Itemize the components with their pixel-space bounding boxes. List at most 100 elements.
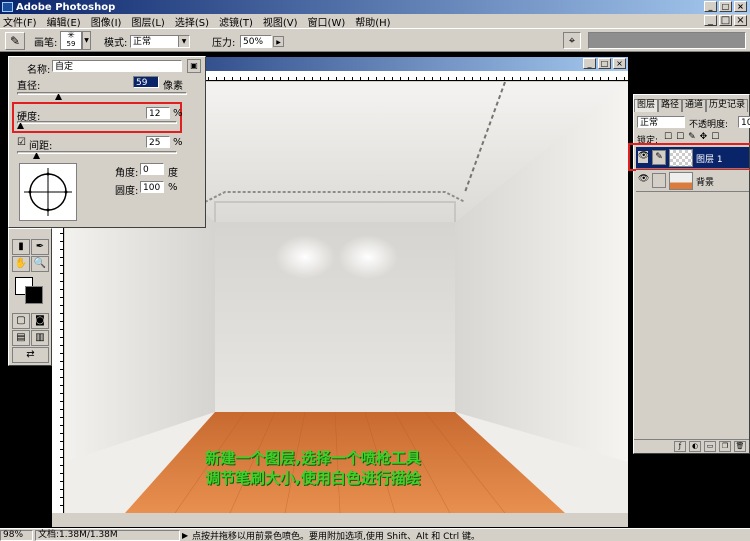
pressure-input[interactable]: 50%	[240, 35, 272, 48]
layers-panel: 图层 路径 通道 历史记录 正常 不透明度: 10 锁定: ☐☐✎✥☐ 👁 ✎ …	[628, 94, 750, 454]
pressure-arrow-icon[interactable]: ▶	[273, 36, 284, 47]
paint-bucket-tool-icon[interactable]: ▮	[12, 239, 30, 255]
hardness-slider-thumb[interactable]	[17, 123, 25, 129]
brush-size: 59	[66, 40, 76, 48]
menu-image[interactable]: 图像(I)	[91, 14, 122, 29]
app-title-bar: Adobe Photoshop _ □ ×	[0, 0, 750, 14]
brush-picker[interactable]: ✳ 59	[60, 31, 82, 50]
blend-mode-value: 正常	[640, 118, 659, 128]
link-slot	[652, 173, 666, 188]
layer-style-icon[interactable]: ƒ	[674, 441, 686, 452]
brush-options-panel: 名称: 自定 ▣ 直径: 59 像素 硬度: 12 % ☑ 间距: 25 % 角…	[8, 56, 206, 228]
document-controls: _ □ ×	[583, 58, 626, 69]
airbrush-tool-icon[interactable]: ✎	[5, 32, 25, 50]
mode-label: 模式:	[104, 38, 128, 49]
new-set-icon[interactable]: ▭	[704, 441, 716, 452]
layer-name: 背景	[696, 178, 715, 188]
spacing-checkbox-icon[interactable]: ☑	[17, 137, 26, 148]
hand-tool-icon[interactable]: ✋	[12, 256, 30, 272]
options-bar: ✎ 画笔: ✳ 59 ▼ 模式: 正常 ▼ 压力: 50% ▶ ⌖	[0, 28, 750, 52]
close-button[interactable]: ×	[734, 1, 747, 12]
eyedropper-tool-icon[interactable]: ✒	[31, 239, 49, 255]
opacity-label: 不透明度:	[689, 120, 729, 130]
menu-select[interactable]: 选择(S)	[175, 14, 209, 29]
standard-mode-icon[interactable]: ▢	[12, 313, 30, 329]
spacing-unit: %	[173, 137, 183, 148]
crosshair-icon	[24, 168, 72, 216]
tab-layers[interactable]: 图层	[634, 99, 659, 112]
hardness-input[interactable]: 12	[146, 107, 170, 119]
diameter-slider-track[interactable]	[17, 92, 187, 95]
layers-panel-tabs: 图层 路径 通道 历史记录	[634, 99, 749, 112]
chevron-down-icon: ▼	[178, 36, 189, 47]
layer-highlight	[628, 143, 750, 171]
tab-channels[interactable]: 通道	[682, 99, 707, 112]
menu-file[interactable]: 文件(F)	[3, 14, 37, 29]
doc-win-minimize-button[interactable]: _	[583, 58, 596, 69]
eye-icon[interactable]: 👁	[638, 174, 649, 186]
brush-dot-icon: ✳	[67, 31, 75, 41]
angle-input[interactable]: 0	[140, 163, 164, 175]
quick-mask-icon[interactable]: ◙	[31, 313, 49, 329]
roundness-unit: %	[168, 182, 178, 193]
menu-view[interactable]: 视图(V)	[263, 14, 298, 29]
zoom-level[interactable]: 98%	[0, 529, 33, 541]
hardness-slider-track[interactable]	[17, 121, 177, 124]
diameter-label: 直径:	[17, 81, 41, 92]
panel-menu-icon[interactable]: ▣	[187, 59, 201, 73]
fill-adjust-icon[interactable]: ◐	[689, 441, 701, 452]
brush-name-label: 名称:	[27, 65, 51, 76]
mode-select[interactable]: 正常 ▼	[130, 35, 190, 48]
screen-mode-full-icon[interactable]: ▥	[31, 330, 49, 346]
angle-value: 0	[143, 165, 149, 175]
menu-filter[interactable]: 滤镜(T)	[219, 14, 253, 29]
zoom-tool-icon[interactable]: 🔍	[31, 256, 49, 272]
minimize-button[interactable]: _	[704, 1, 717, 12]
layers-panel-footer: ƒ ◐ ▭ ❐ 🗑	[634, 439, 749, 453]
menu-bar: 文件(F) 编辑(E) 图像(I) 图层(L) 选择(S) 滤镜(T) 视图(V…	[0, 14, 750, 29]
brush-dropdown-arrow-icon[interactable]: ▼	[82, 31, 91, 50]
brush-name-input[interactable]: 自定	[52, 60, 182, 72]
caption-line-1: 新建一个图层,选择一个喷枪工具	[205, 449, 421, 467]
layer-row-background[interactable]: 👁 背景	[636, 170, 749, 192]
lock-options-icon[interactable]: ☐☐✎✥☐	[664, 132, 723, 142]
new-layer-icon[interactable]: ❐	[719, 441, 731, 452]
spacing-slider-thumb[interactable]	[33, 153, 41, 159]
diameter-slider-thumb[interactable]	[54, 94, 62, 100]
palette-well	[588, 32, 746, 49]
doc-restore-button[interactable]: □	[719, 15, 732, 26]
tab-history[interactable]: 历史记录	[706, 99, 749, 112]
screen-mode-standard-icon[interactable]: ▤	[12, 330, 30, 346]
opacity-input[interactable]: 10	[738, 116, 750, 128]
spacing-slider-track[interactable]	[17, 151, 177, 154]
doc-win-close-button[interactable]: ×	[613, 58, 626, 69]
diameter-input[interactable]: 59	[133, 76, 159, 88]
menu-help[interactable]: 帮助(H)	[355, 14, 390, 29]
doc-win-maximize-button[interactable]: □	[598, 58, 611, 69]
brush-name-value: 自定	[55, 62, 74, 72]
layer-thumbnail	[669, 172, 693, 190]
background-color-swatch[interactable]	[25, 286, 43, 304]
trash-icon[interactable]: 🗑	[734, 441, 746, 452]
menu-edit[interactable]: 编辑(E)	[47, 14, 81, 29]
photoshop-icon	[2, 2, 13, 12]
maximize-button[interactable]: □	[719, 1, 732, 12]
roundness-input[interactable]: 100	[140, 181, 164, 193]
tab-paths[interactable]: 路径	[658, 99, 683, 112]
document-window-controls: _ □ ×	[704, 15, 747, 26]
window-controls: _ □ ×	[704, 1, 747, 12]
blend-mode-select[interactable]: 正常	[637, 116, 685, 128]
caption-line-2: 调节笔刷大小,使用白色进行描绘	[205, 469, 421, 487]
menu-window[interactable]: 窗口(W)	[308, 14, 346, 29]
angle-unit: 度	[168, 168, 178, 179]
hardness-unit: %	[173, 108, 183, 119]
doc-close-button[interactable]: ×	[734, 15, 747, 26]
menu-layer[interactable]: 图层(L)	[131, 14, 164, 29]
status-menu-arrow-icon[interactable]: ▶	[182, 531, 192, 540]
airbrush-toggle-button[interactable]: ⌖	[563, 32, 581, 49]
roundness-label: 圆度:	[115, 186, 139, 197]
doc-minimize-button[interactable]: _	[704, 15, 717, 26]
brush-angle-preview[interactable]	[19, 163, 77, 221]
jump-to-imageready-icon[interactable]: ⇄	[12, 347, 49, 363]
spacing-input[interactable]: 25	[146, 136, 170, 148]
